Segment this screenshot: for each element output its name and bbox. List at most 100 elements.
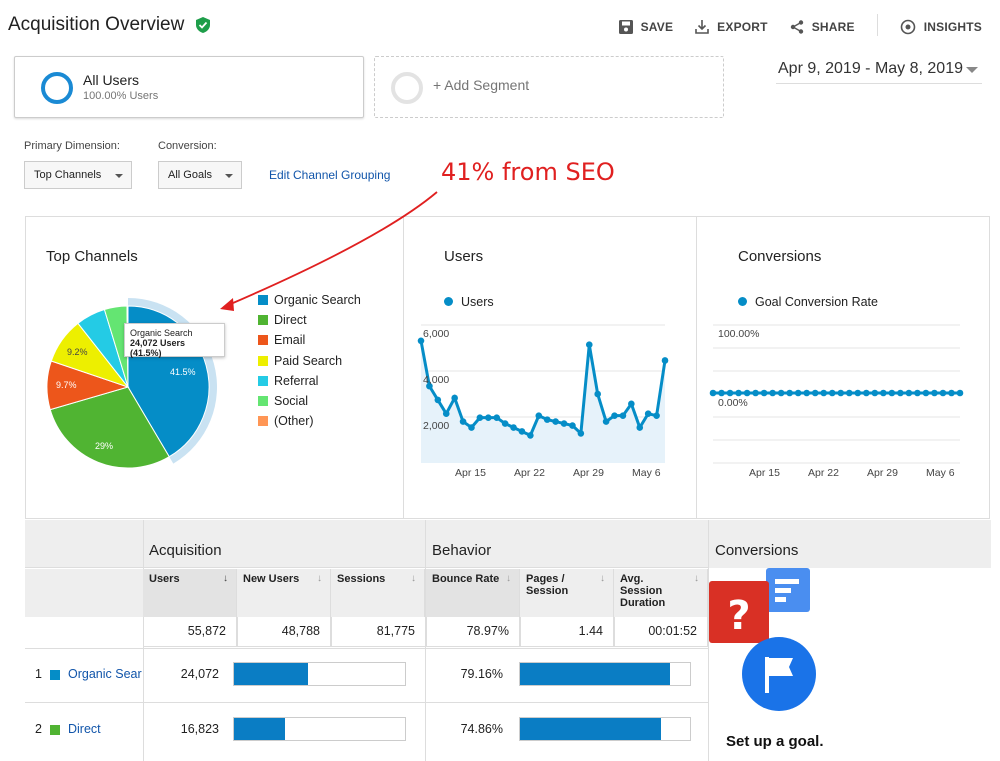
legend-swatch	[258, 416, 268, 427]
export-icon	[695, 19, 709, 34]
setup-goal-link[interactable]: Set up a goal.	[726, 733, 824, 750]
primary-dimension-label: Primary Dimension:	[24, 140, 120, 152]
pie-label-email: 9.7%	[56, 380, 77, 390]
sort-arrow-icon: ↓	[694, 573, 699, 584]
legend-item-referral[interactable]: Referral	[258, 371, 361, 391]
add-segment-button[interactable]: + Add Segment	[374, 56, 724, 118]
x-tick: Apr 22	[808, 467, 839, 479]
empty-segment-ring-icon	[391, 72, 423, 104]
bounce-rate-bar	[519, 662, 691, 686]
report-toolbar: SAVE EXPORT SHARE INSIGHTS	[597, 14, 982, 36]
behavior-group-title: Behavior	[432, 542, 492, 559]
legend-item-paid-search[interactable]: Paid Search	[258, 351, 361, 371]
legend-label: Email	[274, 333, 306, 348]
legend-item-email[interactable]: Email	[258, 330, 361, 350]
column-header-avg-session-duration[interactable]: Avg. Session Duration ↓	[614, 569, 708, 617]
bounce-rate-value: 74.86%	[460, 722, 503, 736]
conversion-dropdown[interactable]: All Goals	[158, 161, 242, 189]
panel-divider	[696, 217, 697, 518]
row-divider	[25, 648, 708, 649]
total-bounce-rate: 78.97%	[426, 617, 520, 647]
y-tick: 0.00%	[718, 397, 748, 409]
legend-label: Organic Search	[274, 293, 361, 308]
column-header-pages-session[interactable]: Pages / Session ↓	[520, 569, 614, 617]
column-label: New Users	[243, 573, 300, 585]
column-label: Users	[149, 573, 180, 585]
y-tick: 100.00%	[718, 328, 760, 340]
pie-label-organic: 41.5%	[170, 367, 196, 377]
column-label: Bounce Rate	[432, 573, 500, 585]
primary-dimension-dropdown[interactable]: Top Channels	[24, 161, 132, 189]
save-button[interactable]: SAVE	[618, 17, 674, 36]
total-pages-session: 1.44	[520, 617, 614, 647]
legend-label: (Other)	[274, 414, 314, 429]
column-header-new-users[interactable]: New Users ↓	[237, 569, 331, 617]
column-header-bounce-rate[interactable]: Bounce Rate ↓	[426, 569, 520, 617]
column-header-sessions[interactable]: Sessions ↓	[331, 569, 425, 617]
save-label: SAVE	[640, 19, 674, 34]
legend-item-other[interactable]: (Other)	[258, 411, 361, 431]
panel-divider	[403, 217, 404, 518]
row-rank: 2	[35, 722, 42, 736]
legend-item-organic-search[interactable]: Organic Search	[258, 290, 361, 310]
conversions-header: Conversions	[709, 520, 991, 568]
share-label: SHARE	[811, 19, 855, 34]
goal-illustration-icon: ?	[709, 568, 816, 711]
dropdown-caret-icon	[225, 174, 233, 178]
legend-swatch	[258, 396, 268, 407]
sort-arrow-icon: ↓	[411, 573, 416, 584]
users-share-bar-fill	[234, 663, 308, 685]
conversions-series-legend: Goal Conversion Rate	[738, 295, 878, 309]
users-chart-title: Users	[444, 248, 484, 265]
dimension-header-cell	[25, 569, 143, 617]
channel-link[interactable]: Organic Sear	[68, 667, 143, 681]
pie-tooltip: Organic Search 24,072 Users (41.5%)	[124, 323, 225, 358]
users-series-legend: Users	[444, 295, 494, 309]
users-value: 24,072	[180, 667, 219, 681]
sort-arrow-icon: ↓	[223, 573, 228, 584]
bounce-rate-bar	[519, 717, 691, 741]
legend-label: Direct	[274, 313, 307, 328]
column-header-users[interactable]: Users ↓	[143, 569, 237, 617]
column-label: Avg. Session Duration	[620, 573, 666, 609]
export-button[interactable]: EXPORT	[695, 17, 768, 36]
channel-color-swatch	[50, 725, 60, 735]
total-users: 55,872	[143, 617, 237, 647]
legend-item-direct[interactable]: Direct	[258, 310, 361, 330]
edit-channel-grouping-link[interactable]: Edit Channel Grouping	[269, 168, 390, 182]
conversions-chart-title: Conversions	[738, 248, 822, 265]
conversions-series-label: Goal Conversion Rate	[755, 295, 878, 309]
total-avg-duration: 00:01:52	[614, 617, 708, 647]
legend-swatch	[258, 315, 268, 326]
conversions-panel: Conversions ? Set up a goal.	[708, 520, 991, 761]
acquisition-group-title: Acquisition	[149, 542, 222, 559]
channel-link[interactable]: Direct	[68, 722, 143, 736]
share-icon	[790, 19, 803, 34]
page-title-text: Acquisition Overview	[8, 14, 185, 35]
date-range-picker[interactable]: Apr 9, 2019 - May 8, 2019	[776, 60, 982, 84]
segment-name: All Users	[83, 72, 140, 88]
column-label: Sessions	[337, 573, 386, 585]
users-share-bar	[233, 717, 406, 741]
bounce-rate-bar-fill	[520, 718, 662, 740]
sort-arrow-icon: ↓	[317, 573, 322, 584]
x-tick: Apr 15	[749, 467, 780, 479]
share-button[interactable]: SHARE	[790, 17, 855, 36]
column-label: Pages / Session	[526, 573, 569, 597]
sort-arrow-icon: ↓	[600, 573, 605, 584]
top-channels-title: Top Channels	[46, 248, 138, 265]
legend-item-social[interactable]: Social	[258, 391, 361, 411]
insights-button[interactable]: INSIGHTS	[900, 17, 982, 36]
x-tick: Apr 29	[867, 467, 898, 479]
x-tick: May 6	[632, 467, 661, 479]
save-icon	[618, 19, 633, 34]
users-share-bar-fill	[234, 718, 286, 740]
tooltip-channel: Organic Search	[130, 328, 193, 338]
channel-color-swatch	[50, 670, 60, 680]
users-series-label: Users	[461, 295, 494, 309]
total-sessions: 81,775	[331, 617, 426, 647]
y-tick: 6,000	[423, 328, 450, 340]
segment-all-users[interactable]: All Users 100.00% Users	[14, 56, 364, 118]
segment-ring-icon	[41, 72, 73, 104]
x-tick: Apr 15	[455, 467, 486, 479]
